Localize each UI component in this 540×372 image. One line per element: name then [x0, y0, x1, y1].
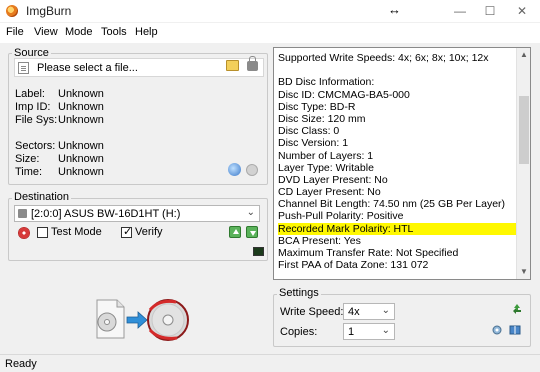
menu-view[interactable]: View: [34, 26, 58, 38]
destination-drive-select[interactable]: [2:0:0] ASUS BW-16D1HT (H:) ⌄: [14, 205, 260, 222]
write-speed-label: Write Speed:: [280, 306, 344, 318]
recycle-icon[interactable]: [511, 303, 523, 315]
log-line: Disc Version: 1: [278, 137, 349, 150]
burn-disc-icon: [147, 299, 189, 341]
log-line: First PAA of Data Zone: 131 072: [278, 259, 429, 272]
sectors-value: Unknown: [58, 140, 104, 152]
log-line: Maximum Transfer Rate: Not Specified: [278, 247, 459, 259]
source-file-placeholder: Please select a file...: [37, 62, 138, 74]
close-button[interactable]: ✕: [510, 2, 534, 20]
settings-group: [273, 294, 531, 347]
title-bar: ImgBurn ↔ — ☐ ✕: [0, 0, 540, 22]
window-title: ImgBurn: [26, 4, 72, 18]
browse-folder-icon[interactable]: [226, 60, 239, 71]
log-line-highlighted: Recorded Mark Polarity: HTL: [278, 222, 516, 235]
file-icon: [18, 62, 29, 74]
chevron-down-icon: ⌄: [381, 325, 390, 336]
chevron-down-icon: ⌄: [246, 207, 255, 218]
arrow-right-icon: [126, 311, 148, 329]
label-label: Label:: [15, 88, 45, 100]
log-line: Disc Type: BD-R: [278, 100, 356, 113]
verify-label: Verify: [135, 226, 163, 238]
gear-icon[interactable]: [491, 324, 503, 336]
log-line: CD Layer Present: No: [278, 186, 381, 199]
destination-drive-value: [2:0:0] ASUS BW-16D1HT (H:): [31, 208, 181, 220]
time-value: Unknown: [58, 166, 104, 178]
log-line: Layer Type: Writable: [278, 161, 374, 174]
log-line: Disc Class: 0: [278, 125, 340, 138]
log-line: BCA Present: Yes: [278, 234, 361, 247]
book-icon[interactable]: [509, 324, 521, 336]
time-label: Time:: [15, 166, 43, 178]
status-text: Ready: [5, 358, 37, 370]
size-label: Size:: [15, 153, 40, 165]
write-speed-select[interactable]: 4x ⌄: [343, 303, 395, 320]
scroll-thumb[interactable]: [519, 96, 529, 164]
write-action-graphic[interactable]: [93, 296, 193, 342]
log-line: Push-Pull Polarity: Positive: [278, 210, 404, 223]
imgburn-app-icon: [6, 5, 18, 17]
log-line: Supported Write Speeds: 4x; 6x; 8x; 10x;…: [278, 52, 489, 64]
chevron-down-icon: ⌄: [381, 305, 390, 316]
imp-id-value: Unknown: [58, 101, 104, 113]
menu-file[interactable]: File: [6, 26, 24, 38]
settings-group-title: Settings: [277, 287, 321, 299]
menu-tools[interactable]: Tools: [101, 26, 127, 38]
file-sys-value: Unknown: [58, 114, 104, 126]
scroll-down-icon[interactable]: ▼: [517, 265, 531, 279]
scroll-up-icon[interactable]: ▲: [517, 48, 531, 62]
checkmark-icon: ✓: [123, 226, 133, 238]
log-text: Supported Write Speeds: 4x; 6x; 8x; 10x;…: [278, 52, 516, 271]
log-line: Disc Size: 120 mm: [278, 112, 366, 125]
size-value: Unknown: [58, 153, 104, 165]
sectors-label: Sectors:: [15, 140, 56, 152]
move-cursor-icon: ↔: [388, 2, 401, 17]
log-line: Channel Bit Length: 74.50 nm (25 GB Per …: [278, 198, 506, 211]
source-file-disc-icon: [96, 299, 125, 339]
test-mode-label: Test Mode: [51, 226, 102, 238]
move-down-icon[interactable]: [246, 226, 258, 238]
file-sys-label: File Sys:: [15, 114, 58, 126]
calculate-icon[interactable]: [246, 164, 258, 176]
monitor-icon[interactable]: [253, 247, 264, 256]
lock-icon[interactable]: [247, 56, 258, 71]
verify-checkbox[interactable]: ✓: [121, 226, 133, 238]
menu-help[interactable]: Help: [135, 26, 158, 38]
log-line: BD Disc Information:: [278, 76, 375, 89]
log-panel[interactable]: Supported Write Speeds: 4x; 6x; 8x; 10x;…: [273, 47, 531, 280]
log-line: DVD Layer Present: No: [278, 173, 388, 186]
log-line: Disc ID: CMCMAG-BA5-000: [278, 88, 410, 101]
minimize-button[interactable]: —: [448, 2, 472, 20]
maximize-button[interactable]: ☐: [478, 2, 502, 20]
log-scrollbar[interactable]: ▲ ▼: [516, 48, 530, 279]
status-bar: Ready: [0, 354, 540, 372]
menu-mode[interactable]: Mode: [65, 26, 93, 38]
imp-id-label: Imp ID:: [15, 101, 51, 113]
copies-value: 1: [348, 326, 355, 338]
copies-label: Copies:: [280, 326, 318, 338]
test-mode-checkbox[interactable]: [37, 227, 48, 238]
label-value: Unknown: [58, 88, 104, 100]
drive-icon: [18, 209, 27, 218]
refresh-globe-icon[interactable]: [228, 163, 241, 176]
log-line: Number of Layers: 1: [278, 149, 374, 162]
destination-group-title: Destination: [12, 191, 72, 203]
menu-bar: File View Mode Tools Help: [0, 23, 540, 43]
eject-disc-icon[interactable]: [18, 227, 30, 239]
copies-select[interactable]: 1 ⌄: [343, 323, 395, 340]
write-speed-value: 4x: [348, 306, 360, 318]
move-up-icon[interactable]: [229, 226, 241, 238]
